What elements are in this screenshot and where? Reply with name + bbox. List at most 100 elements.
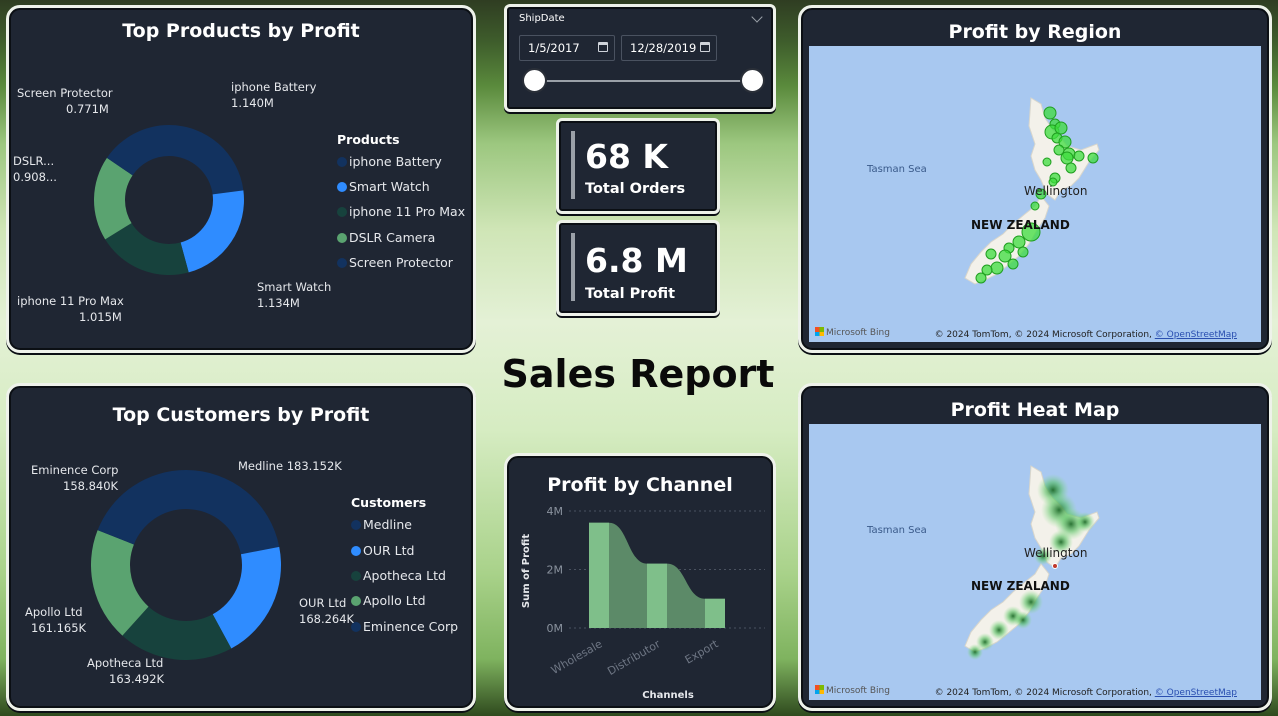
- tasman-sea-label: Tasman Sea: [867, 525, 927, 536]
- y-axis-label: Sum of Profit: [521, 534, 532, 608]
- profit-bubble[interactable]: [1043, 106, 1057, 120]
- tasman-sea-label: Tasman Sea: [867, 164, 927, 175]
- wellington-label: Wellington: [1024, 546, 1088, 560]
- x-tick-label: Export: [683, 637, 721, 667]
- y-tick-label: 4M: [547, 505, 564, 518]
- label-eminence-value: 158.840K: [63, 479, 119, 493]
- label-iphone11-name: iphone 11 Pro Max: [17, 294, 124, 308]
- label-eminence-name: Eminence Corp: [31, 463, 119, 477]
- label-apollo-name: Apollo Ltd: [25, 605, 83, 619]
- legend-label: Eminence Corp: [363, 619, 459, 634]
- label-apollo-value: 161.165K: [31, 621, 87, 635]
- legend-label: Smart Watch: [349, 179, 430, 194]
- profit-heat-map-title: Profit Heat Map: [950, 399, 1120, 421]
- map-credit: © 2024 TomTom, © 2024 Microsoft Corporat…: [935, 330, 1237, 340]
- bing-text: Microsoft Bing: [826, 686, 890, 696]
- profit-by-channel-chart: 0M 2M 4M Wholesale Distributor Export Sum of P…: [521, 505, 765, 701]
- map-credit: © 2024 TomTom, © 2024 Microsoft Corporat…: [935, 688, 1237, 698]
- profit-bubble[interactable]: [1060, 151, 1074, 165]
- customers-legend-title: Customers: [351, 495, 427, 510]
- legend-dot-icon: [337, 258, 347, 268]
- start-date-input[interactable]: 1/5/2017: [519, 35, 615, 61]
- legend-dot-icon: [337, 157, 347, 167]
- legend-item-smart-watch[interactable]: Smart Watch: [337, 179, 430, 194]
- profit-bubble[interactable]: [1087, 152, 1099, 164]
- bing-logo: Microsoft Bing: [815, 327, 890, 338]
- date-range-track[interactable]: [535, 80, 753, 82]
- range-start-handle[interactable]: [522, 68, 547, 93]
- label-our-ltd-value: 168.264K: [299, 612, 355, 626]
- label-iphone-battery-value: 1.140M: [231, 96, 274, 110]
- osm-link[interactable]: © OpenStreetMap: [1155, 688, 1237, 698]
- legend-dot-icon: [337, 207, 347, 217]
- profit-bubble[interactable]: [985, 248, 997, 260]
- shipdate-label: ShipDate: [519, 13, 565, 24]
- profit-by-region-title: Profit by Region: [948, 21, 1122, 43]
- label-screen-protector-value: 0.771M: [66, 102, 109, 116]
- legend-label: Medline: [363, 517, 412, 532]
- profit-bubble[interactable]: [990, 261, 1004, 275]
- legend-item-dslr-camera[interactable]: DSLR Camera: [337, 230, 435, 245]
- kpi-label: Total Orders: [585, 181, 686, 197]
- chevron-down-icon[interactable]: [751, 11, 763, 23]
- donut-slice-0[interactable]: [169, 125, 244, 195]
- channel-bar[interactable]: [705, 598, 725, 628]
- legend-label: iphone 11 Pro Max: [349, 204, 466, 219]
- calendar-icon[interactable]: [700, 42, 710, 52]
- profit-bubble[interactable]: [1073, 150, 1085, 162]
- profit-by-channel-card: Profit by Channel 0M 2M 4M Wholesale Distrib…: [504, 453, 776, 711]
- legend-dot-icon: [351, 546, 361, 556]
- legend-dot-icon: [337, 233, 347, 243]
- profit-bubble[interactable]: [1065, 162, 1077, 174]
- donut-slice-1[interactable]: [180, 190, 245, 273]
- heat-map[interactable]: Tasman Sea Wellington NEW ZEALAND Micros…: [809, 424, 1261, 700]
- legend-item-screen-protector[interactable]: Screen Protector: [337, 255, 453, 270]
- label-iphone11-value: 1.015M: [79, 310, 122, 324]
- osm-link[interactable]: © OpenStreetMap: [1155, 330, 1237, 340]
- legend-item-iphone-battery[interactable]: iphone Battery: [337, 154, 442, 169]
- channel-bar[interactable]: [647, 563, 667, 628]
- legend-item-apotheca[interactable]: Apotheca Ltd: [351, 568, 446, 583]
- label-apotheca-name: Apotheca Ltd: [87, 656, 164, 670]
- profit-bubble[interactable]: [1042, 157, 1052, 167]
- legend-dot-icon: [351, 571, 361, 581]
- range-end-handle[interactable]: [740, 68, 765, 93]
- page-title: Sales Report: [501, 352, 775, 396]
- shipdate-slicer: ShipDate 1/5/2017 12/28/2019: [504, 4, 776, 112]
- legend-dot-icon: [351, 596, 361, 606]
- profit-bubble[interactable]: [1007, 258, 1019, 270]
- profit-bubble[interactable]: [1030, 201, 1040, 211]
- top-products-donut: [94, 125, 245, 275]
- bing-text: Microsoft Bing: [826, 328, 890, 338]
- new-zealand-heat-map: [964, 465, 1100, 660]
- new-zealand-label: NEW ZEALAND: [971, 579, 1070, 593]
- kpi-accent-bar: [571, 233, 575, 301]
- profit-bubble[interactable]: [975, 272, 987, 284]
- donut-slice-0[interactable]: [186, 470, 280, 555]
- profit-bubble[interactable]: [1054, 121, 1068, 135]
- legend-dot-icon: [351, 622, 361, 632]
- legend-item-medline[interactable]: Medline: [351, 517, 412, 532]
- profit-heat-map-card: Profit Heat Map Tasman Sea Wellington NE…: [798, 383, 1272, 711]
- profit-bubble[interactable]: [1012, 235, 1026, 249]
- profit-bubble[interactable]: [1017, 246, 1029, 258]
- heat-blob: [1075, 512, 1095, 532]
- channel-bar[interactable]: [589, 522, 609, 628]
- legend-dot-icon: [351, 520, 361, 530]
- top-products-card: Top Products by Profit Screen Protector …: [6, 5, 476, 353]
- microsoft-logo-icon: [815, 685, 824, 694]
- y-tick-label: 2M: [547, 564, 564, 577]
- legend-dot-icon: [337, 182, 347, 192]
- heat-blob: [1019, 590, 1043, 614]
- label-smart-watch-name: Smart Watch: [257, 280, 332, 294]
- end-date-input[interactable]: 12/28/2019: [621, 35, 717, 61]
- heat-blob: [1014, 611, 1032, 629]
- legend-item-apollo[interactable]: Apollo Ltd: [351, 593, 426, 608]
- legend-item-iphone11[interactable]: iphone 11 Pro Max: [337, 204, 465, 219]
- legend-item-our-ltd[interactable]: OUR Ltd: [351, 543, 414, 558]
- region-map[interactable]: Tasman Sea Wellington NEW ZEALAND Micros…: [809, 46, 1261, 342]
- legend-label: iphone Battery: [349, 154, 442, 169]
- calendar-icon[interactable]: [598, 42, 608, 52]
- legend-label: OUR Ltd: [363, 543, 415, 558]
- legend-item-eminence[interactable]: Eminence Corp: [351, 619, 458, 634]
